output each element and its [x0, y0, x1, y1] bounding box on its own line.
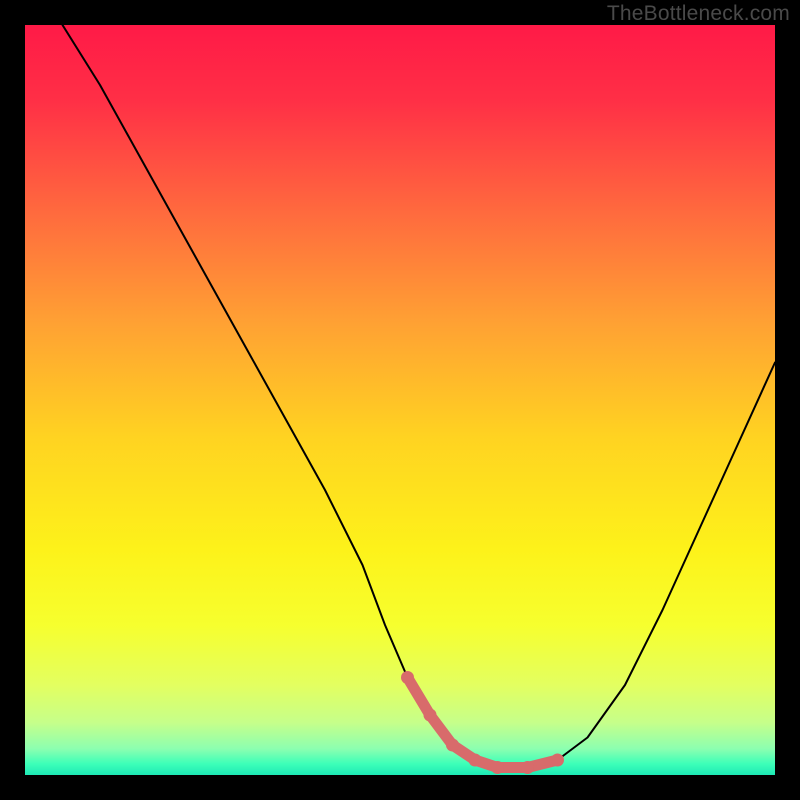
- optimal-band-marker: [491, 761, 504, 774]
- curve-layer: [25, 25, 775, 775]
- optimal-band-marker: [401, 671, 414, 684]
- chart-frame: TheBottleneck.com: [0, 0, 800, 800]
- optimal-band-marker: [424, 709, 437, 722]
- optimal-band-path: [408, 678, 558, 768]
- optimal-band-marker: [446, 739, 459, 752]
- bottleneck-curve-path: [63, 25, 776, 768]
- optimal-band-marker: [469, 754, 482, 767]
- plot-area: [25, 25, 775, 775]
- watermark-label: TheBottleneck.com: [607, 2, 790, 26]
- optimal-band-marker: [521, 761, 534, 774]
- optimal-band-marker: [551, 754, 564, 767]
